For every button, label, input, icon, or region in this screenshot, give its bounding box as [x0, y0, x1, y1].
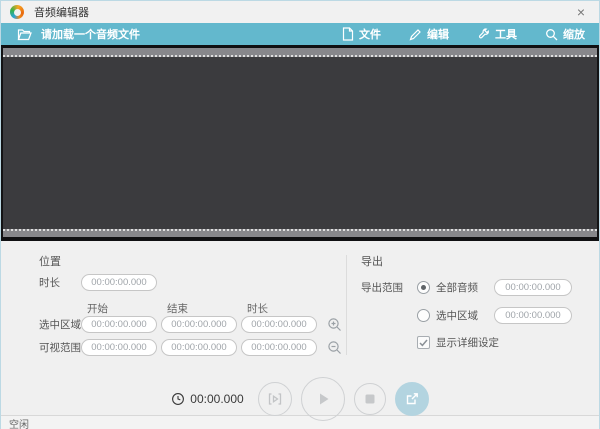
visible-end-field[interactable]: 00:00:00.000 [161, 339, 237, 356]
export-selection-row: 选中区域 00:00:00.000 [417, 307, 576, 324]
menu-file-label: 文件 [359, 26, 381, 42]
export-range-label: 导出范围 [361, 280, 417, 295]
load-audio-label: 请加载一个音频文件 [41, 26, 140, 42]
column-headers: 开始 结束 时长 [81, 301, 321, 316]
transport-bar: 00:00.000 [1, 379, 599, 419]
export-button[interactable] [395, 382, 429, 416]
control-panel: 位置 时长 00:00:00.000 开始 结束 时长 选中区域 00:00:0… [1, 241, 599, 415]
stop-button[interactable] [354, 383, 386, 415]
duration-label: 时长 [39, 275, 81, 290]
col-header-duration: 时长 [241, 301, 321, 316]
waveform-top-scrollstrip[interactable] [3, 48, 597, 57]
selection-duration-field[interactable]: 00:00:00.000 [241, 316, 317, 333]
open-folder-icon [17, 28, 32, 41]
position-section-title: 位置 [39, 253, 61, 269]
menu-zoom[interactable]: 缩放 [545, 26, 585, 42]
selection-row: 选中区域 00:00:00.000 00:00:00.000 00:00:00.… [39, 316, 342, 333]
visible-start-field[interactable]: 00:00:00.000 [81, 339, 157, 356]
export-all-field[interactable]: 00:00:00.000 [494, 279, 572, 296]
waveform-bottom-scrollstrip[interactable] [3, 229, 597, 237]
play-selection-button[interactable] [258, 382, 292, 416]
duration-field[interactable]: 00:00:00.000 [81, 274, 157, 291]
pencil-icon [409, 28, 422, 41]
waveform-canvas[interactable] [3, 57, 597, 229]
play-selection-icon [267, 391, 283, 407]
wrench-icon [477, 28, 490, 41]
app-window: 音频编辑器 × 请加载一个音频文件 文件 [0, 0, 600, 429]
export-icon [404, 391, 420, 407]
export-section-title: 导出 [361, 253, 383, 269]
clock-icon [171, 392, 185, 406]
waveform-area[interactable] [1, 45, 599, 241]
play-icon [314, 390, 332, 408]
menu-zoom-label: 缩放 [563, 26, 585, 42]
zoom-in-icon[interactable] [327, 317, 342, 332]
playback-time: 00:00.000 [171, 392, 243, 406]
menu-tools-label: 工具 [495, 26, 517, 42]
visible-duration-field[interactable]: 00:00:00.000 [241, 339, 317, 356]
play-button[interactable] [301, 377, 345, 421]
export-range-row: 导出范围 全部音频 00:00:00.000 [361, 279, 576, 296]
menu-file[interactable]: 文件 [342, 26, 381, 42]
menu-edit-label: 编辑 [427, 26, 449, 42]
close-icon[interactable]: × [577, 4, 585, 20]
file-icon [342, 27, 354, 41]
detail-settings-label: 显示详细设定 [436, 335, 499, 350]
radio-all-audio-label: 全部音频 [436, 280, 494, 295]
radio-all-audio[interactable] [417, 281, 430, 294]
window-title: 音频编辑器 [34, 4, 89, 20]
export-selection-field[interactable]: 00:00:00.000 [494, 307, 572, 324]
magnifier-icon [545, 28, 558, 41]
duration-row: 时长 00:00:00.000 [39, 274, 161, 291]
menu-group: 文件 编辑 工具 [342, 26, 585, 42]
check-icon [419, 339, 428, 347]
zoom-out-icon[interactable] [327, 340, 342, 355]
title-bar: 音频编辑器 × [1, 1, 599, 23]
visible-range-label: 可视范围 [39, 340, 81, 355]
app-logo-icon [10, 5, 24, 19]
selection-start-field[interactable]: 00:00:00.000 [81, 316, 157, 333]
col-header-start: 开始 [81, 301, 161, 316]
col-header-end: 结束 [161, 301, 241, 316]
visible-range-row: 可视范围 00:00:00.000 00:00:00.000 00:00:00.… [39, 339, 342, 356]
detail-settings-checkbox[interactable] [417, 336, 430, 349]
load-audio-button[interactable]: 请加载一个音频文件 [17, 26, 140, 42]
main-toolbar: 请加载一个音频文件 文件 编辑 [1, 23, 599, 45]
menu-edit[interactable]: 编辑 [409, 26, 449, 42]
selection-label: 选中区域 [39, 317, 81, 332]
radio-selected-area[interactable] [417, 309, 430, 322]
stop-icon [364, 393, 376, 405]
playback-time-value: 00:00.000 [190, 392, 243, 406]
radio-selected-area-label: 选中区域 [436, 308, 494, 323]
menu-tools[interactable]: 工具 [477, 26, 517, 42]
detail-settings-row: 显示详细设定 [417, 335, 499, 350]
section-divider [346, 255, 347, 355]
selection-end-field[interactable]: 00:00:00.000 [161, 316, 237, 333]
